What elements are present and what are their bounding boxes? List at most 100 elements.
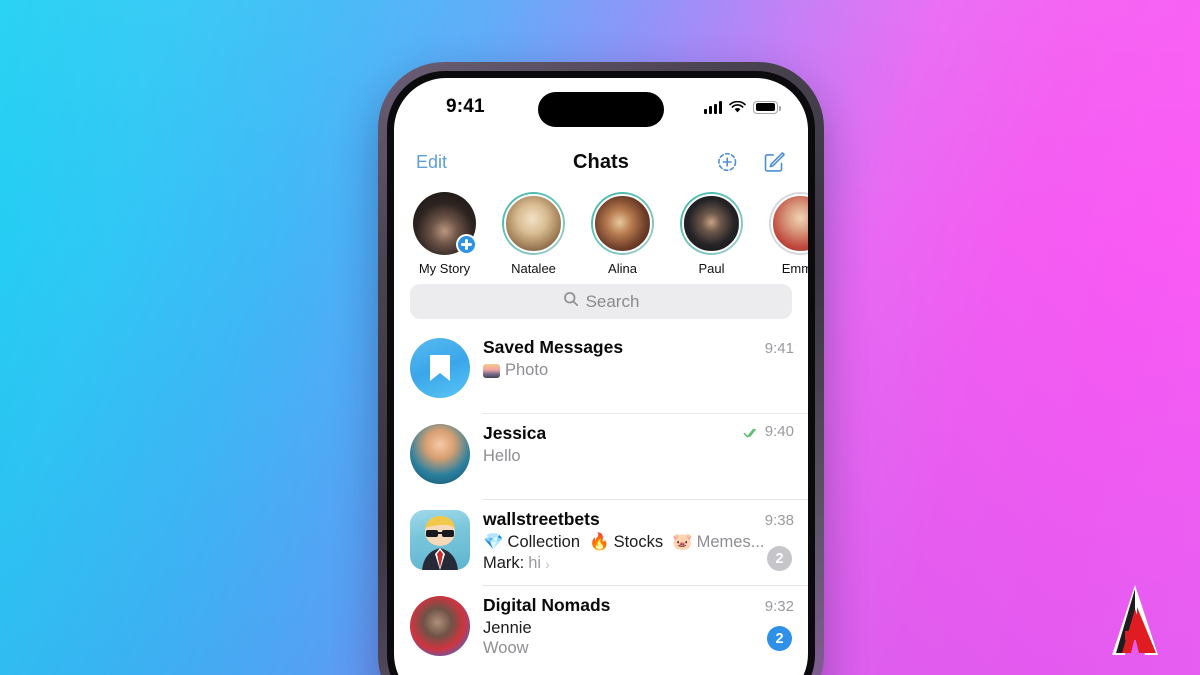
topic-label: Collection [507,533,581,551]
story-name: Alina [608,261,637,276]
chat-sender: Mark: [483,554,525,572]
chat-topics[interactable]: 💎 Collection 🔥 Stocks 🐷 Memes... [483,533,794,552]
avatar [593,194,652,253]
search-magnifier-icon [563,291,579,312]
chat-row-saved-messages[interactable]: Saved Messages 9:41 Photo [394,327,808,413]
unread-badge-muted: 2 [767,546,792,571]
avatar [410,596,470,656]
story-item[interactable]: My Story [410,192,479,276]
topic-emoji: 🐷 [672,533,693,551]
edit-button[interactable]: Edit [416,152,447,173]
topic-emoji: 💎 [483,533,504,551]
phone-screen: 9:41 Edit Chats My Story Natalee Alina P… [394,78,808,675]
story-name: Paul [698,261,725,276]
chat-top-line: Jessica 9:40 [483,423,794,444]
story-item[interactable]: Alina [588,192,657,276]
chat-top-line: Digital Nomads 9:32 [483,595,794,616]
chat-meta: 9:40 [735,423,794,440]
chat-list[interactable]: Saved Messages 9:41 Photo Jessica 9:40 H… [394,327,808,671]
chevron-right-icon: › [545,555,550,572]
status-bar-time: 9:41 [446,96,485,117]
story-avatar-wrap[interactable] [502,192,565,255]
story-name: Emma [781,261,808,276]
chat-sender: Jennie [483,619,532,637]
story-name: Natalee [511,261,556,276]
chat-row-wallstreetbets[interactable]: wallstreetbets 9:38 💎 Collection 🔥 Stock… [394,499,808,585]
chat-message: hi [528,554,542,572]
story-item[interactable]: Natalee [499,192,568,276]
page-title: Chats [572,150,630,173]
chat-timestamp: 9:32 [764,598,794,615]
story-item[interactable]: Emma [766,192,808,276]
cartoon-avatar [422,516,458,570]
chat-preview: Woow [483,639,794,658]
chat-title: Saved Messages [483,337,624,357]
story-avatar-wrap[interactable] [591,192,654,255]
chat-body: Saved Messages 9:41 Photo [470,336,794,404]
topic-tag[interactable]: 🐷 Memes... [672,533,764,552]
add-circle-dashed-icon[interactable] [716,150,740,174]
chat-row-digital-nomads[interactable]: Digital Nomads 9:32 Jennie Woow 2 [394,585,808,671]
unread-badge: 2 [767,626,792,651]
dynamic-island [538,92,664,127]
search-input[interactable]: Search [410,284,792,319]
avatar [682,194,741,253]
story-name: My Story [418,261,471,276]
chat-preview-text: Photo [505,361,549,379]
chat-badge-wrap: 2 [767,626,792,651]
topic-tag[interactable]: 🔥 Stocks [589,533,663,552]
topic-label: Stocks [613,533,664,551]
chat-sender-line: Jennie [483,619,794,638]
chat-preview: Hello [483,447,794,466]
chat-body: wallstreetbets 9:38 💎 Collection 🔥 Stock… [470,508,794,576]
chat-top-line: Saved Messages 9:41 [483,337,794,358]
chat-body: Digital Nomads 9:32 Jennie Woow [470,594,794,662]
chat-meta: 9:41 [757,340,794,357]
photo-thumbnail-icon [483,363,500,378]
chat-preview: Photo [483,361,794,380]
nav-actions [716,150,786,174]
topic-label: Memes... [696,533,765,551]
compose-pencil-square-icon[interactable] [762,150,786,174]
chat-meta: 9:38 [757,512,794,529]
chat-timestamp: 9:40 [764,423,794,440]
story-item[interactable]: Paul [677,192,746,276]
avatar [504,194,563,253]
add-story-plus-badge[interactable] [456,234,477,255]
chat-badge-wrap: 2 [767,546,792,571]
phone-bezel: 9:41 Edit Chats My Story Natalee Alina P… [387,71,815,675]
double-check-read-icon [743,426,760,438]
search-section: Search [394,282,808,327]
avatar [410,510,470,570]
chat-timestamp: 9:38 [764,512,794,529]
bookmark-icon [430,355,450,381]
avatar [410,424,470,484]
wifi-icon [729,100,746,114]
status-bar-indicators [703,100,781,114]
stories-row[interactable]: My Story Natalee Alina Paul Emm [394,188,808,282]
chat-title: wallstreetbets [483,509,600,529]
chat-row-jessica[interactable]: Jessica 9:40 Hello [394,413,808,499]
avatar-saved-messages [410,338,470,398]
chat-title: Digital Nomads [483,595,611,615]
search-placeholder: Search [585,291,640,311]
avatar [771,194,808,253]
chat-timestamp: 9:41 [764,340,794,357]
chat-title: Jessica [483,423,547,443]
battery-full-icon [753,100,781,114]
cellular-bars-icon [703,100,722,114]
story-avatar-wrap[interactable] [413,192,477,255]
navigation-bar: Edit Chats [394,136,808,188]
chat-preview-text: Woow [483,639,529,657]
status-bar: 9:41 [394,78,808,136]
story-avatar-wrap[interactable] [680,192,743,255]
chat-top-line: wallstreetbets 9:38 [483,509,794,530]
chat-meta: 9:32 [757,598,794,615]
chat-body: Jessica 9:40 Hello [470,422,794,490]
phone-device-frame: 9:41 Edit Chats My Story Natalee Alina P… [378,62,824,675]
a-logo-watermark [1098,581,1172,661]
topic-tag[interactable]: 💎 Collection [483,533,580,552]
story-avatar-wrap[interactable] [769,192,808,255]
topic-emoji: 🔥 [589,533,610,551]
chat-preview-text: Hello [483,447,521,465]
